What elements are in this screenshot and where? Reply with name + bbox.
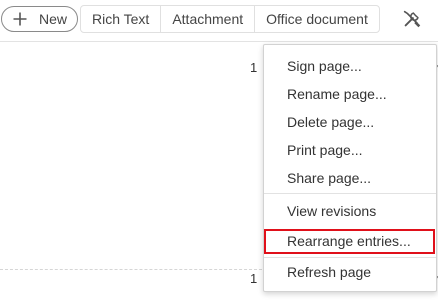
new-button[interactable]: New [1, 6, 78, 32]
menu-item-print-page[interactable]: Print page... [264, 137, 436, 163]
menu-item-sign-page[interactable]: Sign page... [264, 53, 436, 79]
page-tools-menu: Sign page... Rename page... Delete page.… [263, 44, 437, 292]
menu-item-rename-page[interactable]: Rename page... [264, 81, 436, 107]
menu-item-rearrange-entries[interactable]: Rearrange entries... [264, 228, 436, 254]
toolbar: New Rich Text Attachment Office document [0, 0, 438, 42]
menu-item-share-page[interactable]: Share page... [264, 165, 436, 191]
menu-item-refresh-page[interactable]: Refresh page [264, 259, 436, 285]
attachment-button[interactable]: Attachment [161, 6, 256, 32]
menu-separator [264, 193, 436, 194]
page-fragment-bottom: 1 [250, 271, 258, 286]
menu-separator [264, 257, 436, 258]
rich-text-button[interactable]: Rich Text [81, 6, 162, 32]
menu-item-view-revisions[interactable]: View revisions [264, 198, 436, 224]
menu-item-delete-page[interactable]: Delete page... [264, 109, 436, 135]
new-button-label: New [39, 11, 68, 27]
content-type-group: Rich Text Attachment Office document [80, 5, 380, 33]
office-document-button[interactable]: Office document [255, 6, 379, 32]
plus-icon [13, 12, 27, 26]
tools-icon[interactable] [401, 8, 423, 30]
page-fragment-top: 1 [250, 60, 258, 75]
page-divider [0, 269, 262, 270]
